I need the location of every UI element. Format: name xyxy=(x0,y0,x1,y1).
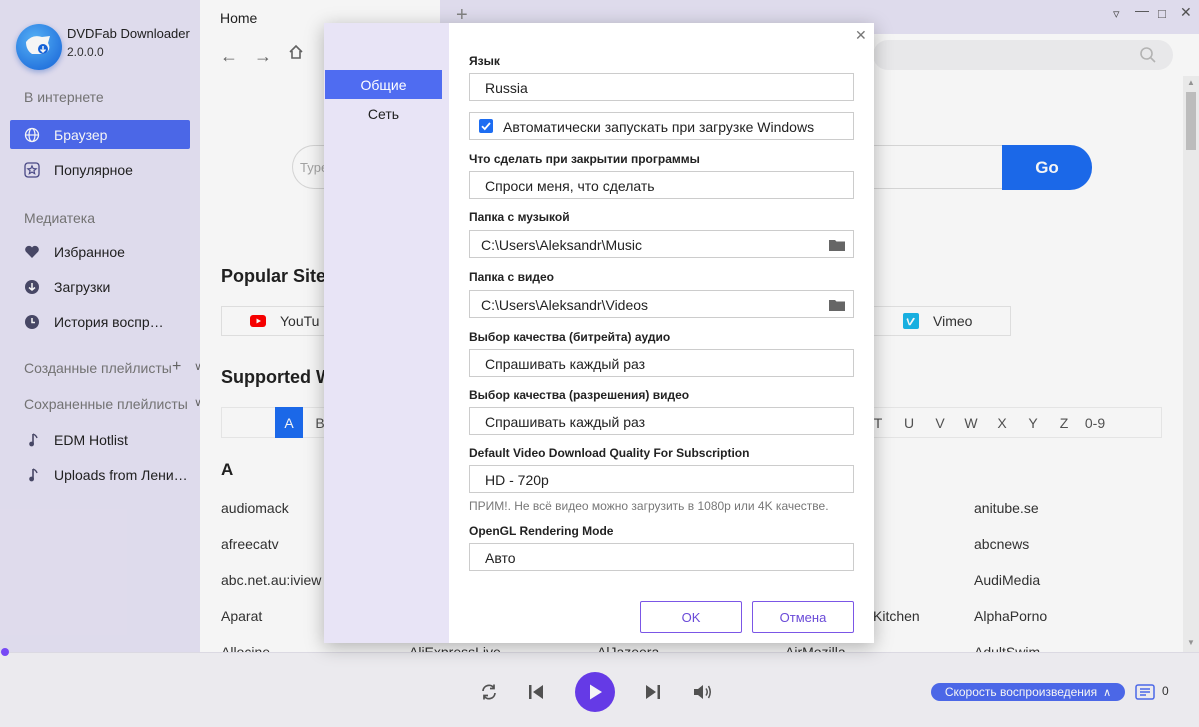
video-quality-label: Выбор качества (разрешения) видео xyxy=(469,388,690,402)
autostart-option[interactable]: Автоматически запускать при загрузке Win… xyxy=(469,112,854,140)
app-window: DVDFab Downloader 2.0.0.0 В интернете Бр… xyxy=(0,0,1199,727)
opengl-select[interactable]: Авто xyxy=(469,543,854,571)
settings-dialog: Общие Сеть ✕ Язык Russia Автоматически з… xyxy=(324,23,874,643)
video-folder-path: C:\Users\Aleksandr\Videos xyxy=(481,297,649,313)
music-folder-path: C:\Users\Aleksandr\Music xyxy=(481,237,643,253)
video-folder-field[interactable]: C:\Users\Aleksandr\Videos xyxy=(469,290,854,318)
settings-tab-network[interactable]: Сеть xyxy=(325,99,442,128)
on-close-label: Что сделать при закрытии программы xyxy=(469,152,700,166)
language-label: Язык xyxy=(469,54,500,68)
audio-quality-label: Выбор качества (битрейта) аудио xyxy=(469,330,671,344)
audio-quality-select[interactable]: Спрашивать каждый раз xyxy=(469,349,854,377)
video-quality-select[interactable]: Спрашивать каждый раз xyxy=(469,407,854,435)
folder-icon[interactable] xyxy=(829,238,845,254)
ok-button[interactable]: OK xyxy=(640,601,742,633)
autostart-label: Автоматически запускать при загрузке Win… xyxy=(503,119,815,135)
quality-note: ПРИМ!. Не всё видео можно загрузить в 10… xyxy=(469,499,829,513)
folder-icon[interactable] xyxy=(829,298,845,314)
checkbox-checked-icon[interactable] xyxy=(479,119,493,133)
settings-nav: Общие Сеть xyxy=(324,23,449,643)
video-folder-label: Папка с видео xyxy=(469,270,554,284)
subscription-quality-select[interactable]: HD - 720p xyxy=(469,465,854,493)
cancel-button[interactable]: Отмена xyxy=(752,601,854,633)
subscription-quality-label: Default Video Download Quality For Subsc… xyxy=(469,446,750,460)
on-close-select[interactable]: Спроси меня, что сделать xyxy=(469,171,854,199)
settings-tab-general[interactable]: Общие xyxy=(325,70,442,99)
close-icon[interactable]: ✕ xyxy=(855,27,867,44)
music-folder-field[interactable]: C:\Users\Aleksandr\Music xyxy=(469,230,854,258)
opengl-label: OpenGL Rendering Mode xyxy=(469,524,614,538)
language-select[interactable]: Russia xyxy=(469,73,854,101)
music-folder-label: Папка с музыкой xyxy=(469,210,570,224)
